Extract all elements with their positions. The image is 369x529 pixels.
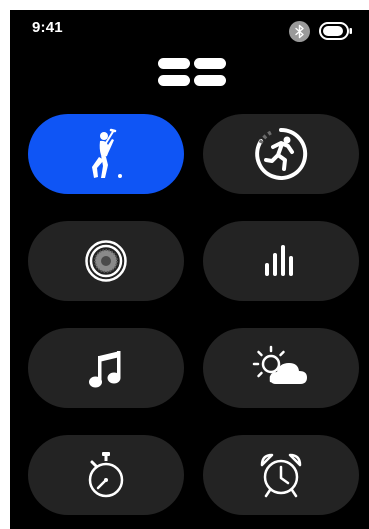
stats-bars-icon bbox=[265, 245, 293, 276]
bluetooth-icon bbox=[289, 21, 310, 42]
stopwatch-icon bbox=[88, 452, 124, 498]
music-note-icon bbox=[89, 351, 121, 388]
speaker-tile[interactable] bbox=[28, 221, 184, 301]
weather-tile[interactable] bbox=[203, 328, 359, 408]
battery-icon bbox=[319, 22, 352, 40]
stats-tile[interactable] bbox=[203, 221, 359, 301]
speaker-icon bbox=[85, 240, 127, 282]
menu-icon[interactable] bbox=[156, 52, 228, 92]
workout-run-icon bbox=[255, 127, 308, 180]
alarm-clock-icon bbox=[260, 453, 302, 498]
weather-icon bbox=[252, 345, 307, 384]
golf-icon bbox=[92, 128, 122, 178]
golf-tile[interactable] bbox=[28, 114, 184, 194]
watch-screen: 9:41 bbox=[10, 10, 369, 529]
alarm-tile[interactable] bbox=[203, 435, 359, 515]
workout-tile[interactable] bbox=[203, 114, 359, 194]
music-tile[interactable] bbox=[28, 328, 184, 408]
status-time: 9:41 bbox=[32, 19, 63, 36]
stopwatch-tile[interactable] bbox=[28, 435, 184, 515]
